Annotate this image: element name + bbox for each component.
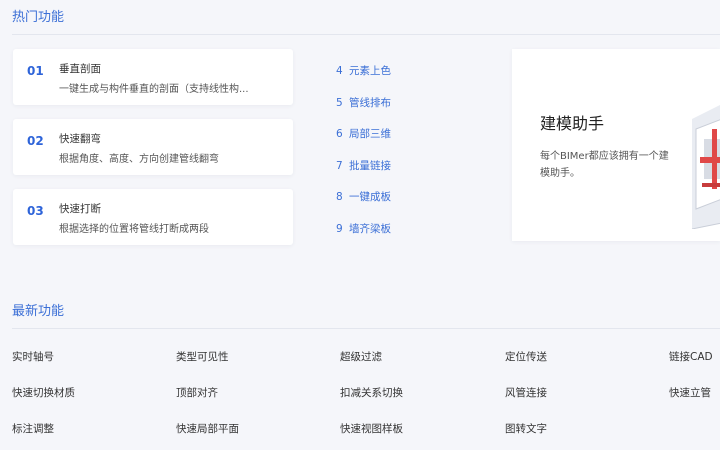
hot-link-7[interactable]: 7 批量链接	[336, 158, 391, 173]
link-index: 9	[336, 223, 343, 235]
modeling-assistant-banner[interactable]: 建模助手 每个BIMer都应该拥有一个建模助手。	[512, 49, 720, 241]
building-model-icon	[691, 105, 720, 229]
feature-item[interactable]: 风管连接	[505, 385, 547, 400]
hot-functions-title: 热门功能	[12, 10, 65, 25]
feature-item[interactable]: 顶部对齐	[176, 385, 218, 400]
feature-item[interactable]: 实时轴号	[12, 349, 54, 364]
hot-divider	[12, 34, 720, 35]
hot-link-9[interactable]: 9 墙齐梁板	[336, 221, 391, 236]
card-description: 一键生成与构件垂直的剖面（支持线性构...	[59, 84, 249, 95]
link-label: 元素上色	[349, 65, 391, 77]
hot-card-1[interactable]: 01 垂直剖面 一键生成与构件垂直的剖面（支持线性构...	[13, 49, 293, 105]
link-label: 一键成板	[349, 191, 391, 203]
feature-item[interactable]: 快速局部平面	[176, 421, 239, 436]
link-label: 墙齐梁板	[349, 223, 391, 235]
link-index: 8	[336, 191, 343, 203]
card-title: 垂直剖面	[59, 63, 101, 75]
hot-link-6[interactable]: 6 局部三维	[336, 126, 391, 141]
promo-description: 每个BIMer都应该拥有一个建模助手。	[540, 151, 669, 179]
feature-item[interactable]: 类型可见性	[176, 349, 229, 364]
feature-item[interactable]: 超级过滤	[340, 349, 382, 364]
feature-item[interactable]: 链接CAD	[669, 349, 713, 364]
link-index: 6	[336, 128, 343, 140]
hot-card-3[interactable]: 03 快速打断 根据选择的位置将管线打断成两段	[13, 189, 293, 245]
promo-title: 建模助手	[540, 114, 605, 133]
hot-card-2[interactable]: 02 快速翻弯 根据角度、高度、方向创建管线翻弯	[13, 119, 293, 175]
link-index: 5	[336, 97, 343, 109]
hot-link-8[interactable]: 8 一键成板	[336, 189, 391, 204]
link-index: 4	[336, 65, 343, 77]
link-label: 局部三维	[349, 128, 391, 140]
feature-item[interactable]: 定位传送	[505, 349, 547, 364]
card-description: 根据角度、高度、方向创建管线翻弯	[59, 154, 219, 165]
card-number: 02	[27, 134, 44, 148]
card-number: 03	[27, 204, 44, 218]
feature-item[interactable]: 图转文字	[505, 421, 547, 436]
card-number: 01	[27, 64, 44, 78]
card-title: 快速打断	[59, 203, 101, 215]
feature-item[interactable]: 快速切换材质	[12, 385, 75, 400]
feature-item[interactable]: 扣减关系切换	[340, 385, 403, 400]
feature-item[interactable]: 快速立管	[669, 385, 711, 400]
link-index: 7	[336, 160, 343, 172]
hot-link-4[interactable]: 4 元素上色	[336, 63, 391, 78]
link-label: 批量链接	[349, 160, 391, 172]
card-title: 快速翻弯	[59, 133, 101, 145]
feature-item[interactable]: 快速视图样板	[340, 421, 403, 436]
latest-divider	[12, 328, 720, 329]
hot-link-5[interactable]: 5 管线排布	[336, 95, 391, 110]
latest-functions-title: 最新功能	[12, 304, 65, 319]
link-label: 管线排布	[349, 97, 391, 109]
feature-item[interactable]: 标注调整	[12, 421, 54, 436]
card-description: 根据选择的位置将管线打断成两段	[59, 224, 209, 235]
